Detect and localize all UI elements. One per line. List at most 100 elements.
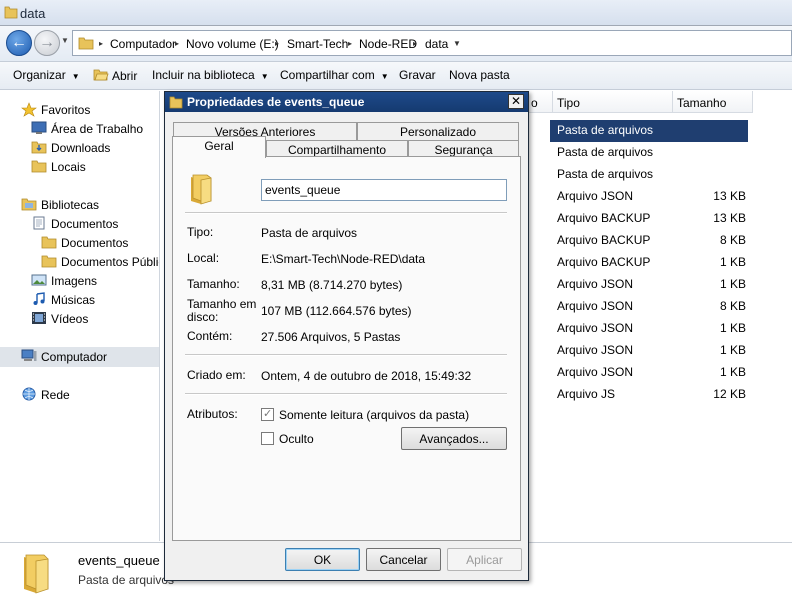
address-row: ← → ▼ ▸ Computador ▸ Novo volume (E:) ▸ … — [0, 26, 792, 62]
dialog-titlebar[interactable]: Propriedades de events_queue ✕ — [165, 92, 528, 112]
breadcrumb-arrow-icon[interactable]: ▸ — [175, 39, 179, 48]
file-row[interactable]: Arquivo JSON 1 KB — [550, 318, 750, 340]
file-row[interactable]: Arquivo BACKUP 13 KB — [550, 208, 750, 230]
hidden-checkbox[interactable] — [261, 432, 274, 445]
breadcrumb-arrow-icon[interactable]: ▸ — [413, 39, 417, 48]
documents-folder-icon — [41, 254, 57, 268]
readonly-checkbox[interactable]: ✓ — [261, 408, 274, 421]
organize-button[interactable]: Organizar ▼ — [13, 68, 80, 82]
nav-music[interactable]: Músicas — [31, 291, 159, 309]
nav-videos[interactable]: Vídeos — [31, 310, 159, 328]
folder-icon — [78, 35, 94, 54]
file-row[interactable]: Arquivo JSON 1 KB — [550, 340, 750, 362]
checkmark-icon: ✓ — [263, 408, 273, 420]
apply-button[interactable]: Aplicar — [447, 548, 522, 571]
tab-customize[interactable]: Personalizado — [357, 122, 519, 140]
nav-libraries[interactable]: Bibliotecas — [21, 196, 159, 214]
breadcrumb-arrow-icon[interactable]: ▸ — [99, 39, 103, 48]
column-header-name[interactable]: o — [527, 91, 553, 113]
back-button[interactable]: ← — [6, 30, 32, 56]
file-row[interactable]: Arquivo BACKUP 8 KB — [550, 230, 750, 252]
share-button[interactable]: Compartilhar com ▼ — [280, 68, 389, 82]
address-bar[interactable]: ▸ Computador ▸ Novo volume (E:) ▸ Smart-… — [72, 30, 792, 56]
file-row[interactable]: Pasta de arquivos — [550, 164, 750, 186]
folder-name-input[interactable] — [261, 179, 507, 201]
breadcrumb-node-red[interactable]: Node-RED — [359, 37, 417, 51]
nav-computer[interactable]: Computador — [0, 347, 159, 367]
contains-value: 27.506 Arquivos, 5 Pastas — [261, 330, 401, 344]
nav-places[interactable]: Locais — [31, 158, 159, 176]
type-value: Pasta de arquivos — [261, 226, 358, 240]
nav-public-documents[interactable]: Documentos Públicos — [41, 253, 159, 271]
advanced-button[interactable]: Avançados... — [401, 427, 507, 450]
forward-button[interactable]: → — [34, 30, 60, 56]
column-header-size[interactable]: Tamanho — [673, 91, 753, 113]
nav-network[interactable]: Rede — [21, 386, 159, 404]
burn-button[interactable]: Gravar — [399, 68, 436, 82]
folder-icon — [20, 551, 52, 598]
nav-documents[interactable]: Documentos — [31, 215, 159, 233]
created-label: Criado em: — [187, 368, 246, 382]
details-name: events_queue — [78, 553, 160, 568]
readonly-label: Somente leitura (arquivos da pasta) — [279, 408, 470, 422]
nav-images[interactable]: Imagens — [31, 272, 159, 290]
column-header-type[interactable]: Tipo — [553, 91, 673, 113]
file-row[interactable]: Arquivo JSON 1 KB — [550, 274, 750, 296]
star-icon — [21, 102, 37, 117]
details-type: Pasta de arquivos — [78, 573, 175, 587]
places-icon — [31, 159, 47, 173]
history-dropdown-icon[interactable]: ▼ — [61, 36, 69, 45]
computer-icon — [21, 349, 37, 363]
divider — [185, 393, 507, 395]
downloads-folder-icon — [31, 140, 47, 154]
close-button[interactable]: ✕ — [508, 94, 524, 109]
breadcrumb-data[interactable]: data — [425, 37, 448, 51]
desktop-icon — [31, 121, 47, 135]
file-row[interactable]: Arquivo JSON 13 KB — [550, 186, 750, 208]
location-label: Local: — [187, 251, 220, 265]
folder-icon — [169, 95, 183, 112]
command-toolbar: Organizar ▼ Abrir Incluir na biblioteca ▼ … — [0, 62, 792, 90]
dialog-title: Propriedades de events_queue — [187, 95, 365, 109]
forward-arrow-icon: → — [39, 34, 55, 51]
breadcrumb-dropdown-icon[interactable]: ▼ — [453, 39, 461, 48]
nav-my-documents[interactable]: Documentos — [41, 234, 159, 252]
file-row[interactable]: Arquivo JSON 1 KB — [550, 362, 750, 384]
document-icon — [31, 216, 47, 230]
file-row[interactable]: Arquivo JSON 8 KB — [550, 296, 750, 318]
file-row[interactable]: Pasta de arquivos — [550, 142, 750, 164]
breadcrumb-computador[interactable]: Computador — [110, 37, 176, 51]
folder-icon — [4, 5, 18, 22]
dropdown-arrow-icon: ▼ — [260, 72, 269, 81]
nav-desktop[interactable]: Área de Trabalho — [31, 120, 159, 138]
ok-button[interactable]: OK — [285, 548, 360, 571]
file-row[interactable]: Arquivo BACKUP 1 KB — [550, 252, 750, 274]
created-value: Ontem, 4 de outubro de 2018, 15:49:32 — [261, 369, 472, 383]
breadcrumb-arrow-icon[interactable]: ▸ — [348, 39, 352, 48]
network-globe-icon — [21, 387, 37, 401]
open-button[interactable]: Abrir — [93, 68, 137, 83]
dropdown-arrow-icon: ▼ — [71, 72, 80, 81]
nav-favorites[interactable]: Favoritos — [21, 101, 151, 119]
breadcrumb-smart-tech[interactable]: Smart-Tech — [287, 37, 348, 51]
include-library-button[interactable]: Incluir na biblioteca ▼ — [152, 68, 269, 82]
new-folder-button[interactable]: Nova pasta — [449, 68, 510, 82]
cancel-button[interactable]: Cancelar — [366, 548, 441, 571]
divider — [185, 212, 507, 214]
tab-general[interactable]: Geral — [172, 136, 266, 158]
file-row[interactable]: Pasta de arquivos — [550, 120, 748, 142]
libraries-icon — [21, 197, 37, 211]
breadcrumb-arrow-icon[interactable]: ▸ — [275, 39, 279, 48]
file-row[interactable]: Arquivo JS 12 KB — [550, 384, 750, 406]
breadcrumb-novo-volume[interactable]: Novo volume (E:) — [186, 37, 279, 51]
window-title: data — [20, 6, 46, 21]
video-film-icon — [31, 311, 47, 325]
nav-downloads[interactable]: Downloads — [31, 139, 159, 157]
back-arrow-icon: ← — [11, 34, 27, 51]
type-label: Tipo: — [187, 225, 214, 239]
music-note-icon — [31, 292, 47, 306]
folder-open-icon — [93, 69, 109, 81]
navigation-pane[interactable]: Favoritos Área de Trabalho Downloads Loc… — [0, 91, 160, 541]
folder-icon — [188, 172, 214, 209]
size-label: Tamanho: — [187, 277, 240, 291]
